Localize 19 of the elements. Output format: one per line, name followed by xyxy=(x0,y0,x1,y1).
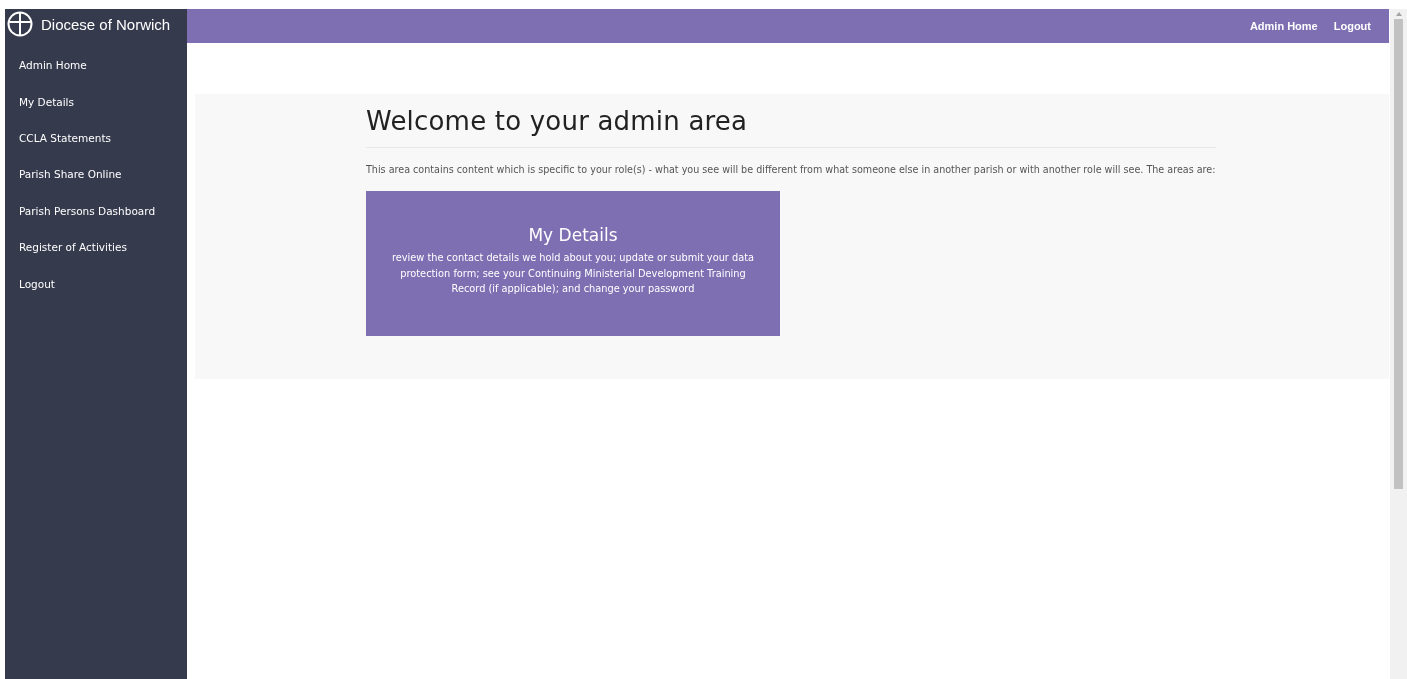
sidebar-link[interactable]: My Details xyxy=(5,83,88,120)
page-heading: Welcome to your admin area xyxy=(366,106,749,138)
intro-text: This area contains content which is specific to your role(s) - what you see will be different from what someone else in another parish or with another role will see. The areas are: xyxy=(366,163,1216,177)
nav-link[interactable]: Admin Home xyxy=(1249,20,1318,32)
sidebar-link[interactable]: Parish Persons Dashboard xyxy=(5,192,170,229)
card-description: review the contact details we hold about you; update or submit your data protection form; see your Continuing Ministerial Development Training Record (if applicable); and change your password xyxy=(390,251,756,296)
cross-logo-icon xyxy=(7,11,33,37)
sidebar-link[interactable]: Admin Home xyxy=(5,47,101,84)
sidebar-link[interactable]: Parish Share Online xyxy=(5,156,136,193)
nav-link[interactable]: Logout xyxy=(1333,20,1371,32)
section-card[interactable] xyxy=(366,191,780,336)
scroll-up-icon[interactable] xyxy=(1394,11,1403,17)
sidebar-link[interactable]: CCLA Statements xyxy=(5,119,125,157)
card-title: My Details xyxy=(528,225,618,245)
scrollbar-thumb[interactable] xyxy=(1394,19,1403,489)
sidebar-link[interactable]: Logout xyxy=(5,265,69,302)
site-title[interactable]: Diocese of Norwich xyxy=(41,15,171,33)
scrollbar[interactable] xyxy=(1390,9,1407,679)
sidebar-link[interactable]: Register of Activities xyxy=(5,228,141,266)
